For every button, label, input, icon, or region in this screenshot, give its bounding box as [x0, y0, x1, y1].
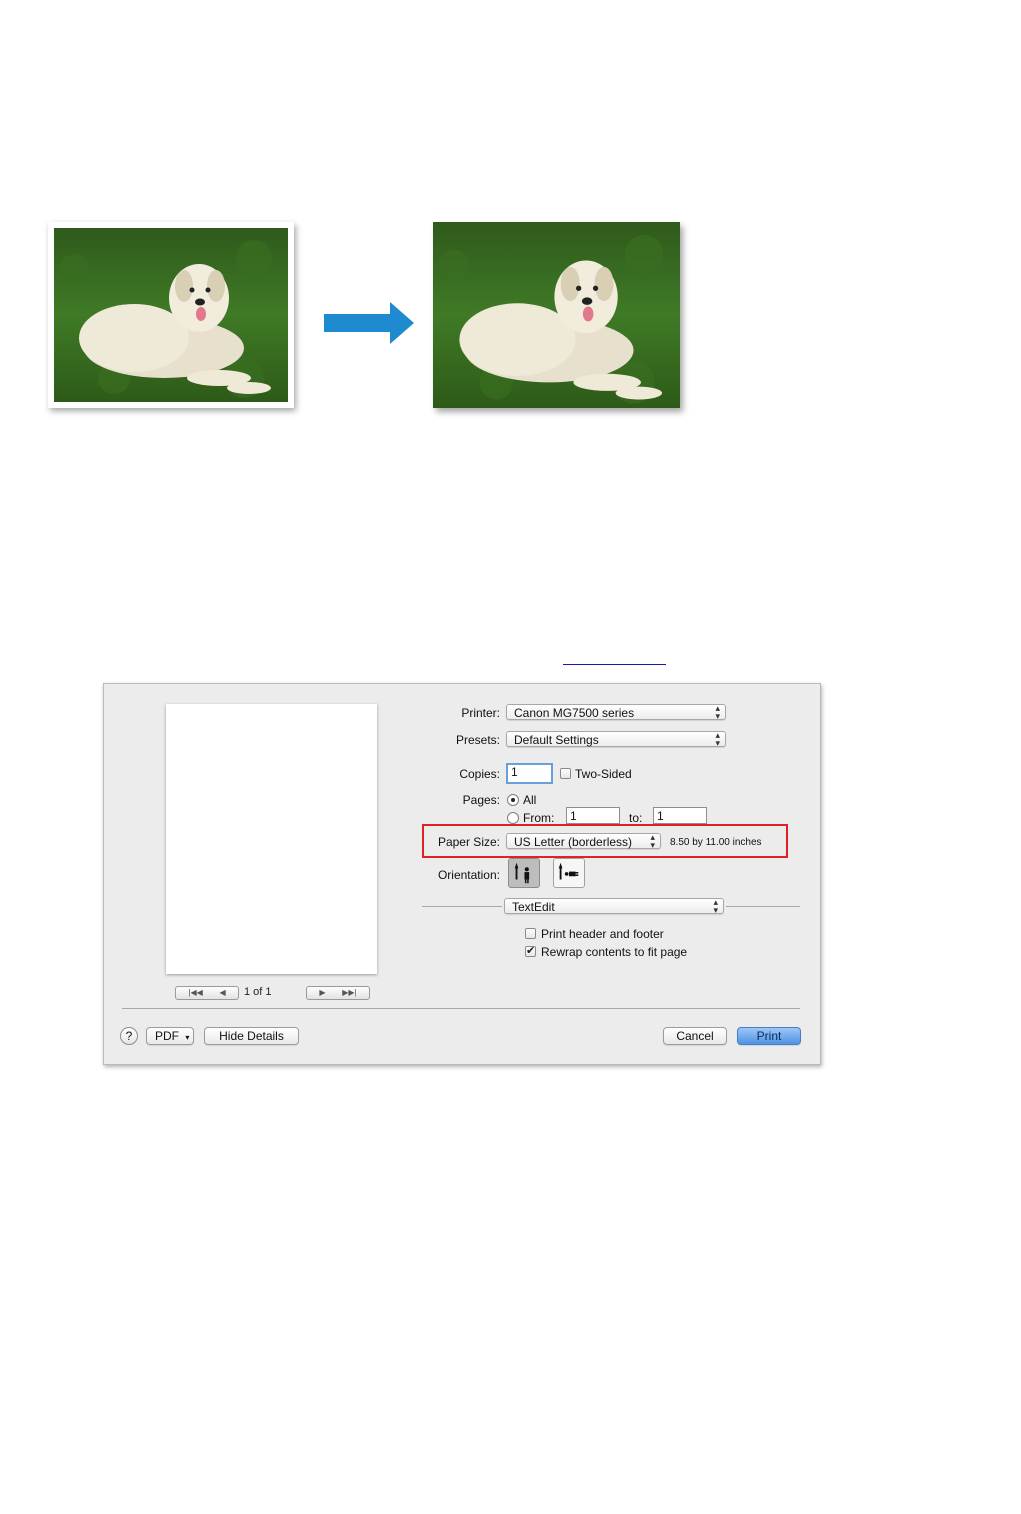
popup-chevron-icon: ▴ ▾ [713, 897, 718, 915]
app-section-value: TextEdit [512, 900, 555, 914]
landscape-orientation-icon[interactable] [553, 858, 585, 888]
first-page-icon[interactable]: |◀◀ [188, 987, 202, 999]
cancel-button[interactable]: Cancel [663, 1027, 727, 1045]
two-sided-label: Two-Sided [575, 767, 632, 781]
paper-size-value: US Letter (borderless) [514, 835, 633, 849]
rewrap-contents-label: Rewrap contents to fit page [541, 945, 688, 959]
portrait-orientation-icon[interactable] [508, 858, 540, 888]
previous-page-icon[interactable]: ◀ [219, 987, 225, 999]
checkmark-icon: ✔ [526, 945, 536, 957]
borderless-photo-example [433, 222, 680, 408]
bordered-photo-example [48, 222, 294, 408]
dog-photo-borderless [433, 222, 680, 408]
pager-back-buttons[interactable]: |◀◀ ◀ [175, 986, 239, 1000]
help-icon[interactable]: ? [120, 1027, 138, 1045]
printer-popup[interactable]: Canon MG7500 series ▴ ▾ [506, 703, 726, 721]
print-button[interactable]: Print [737, 1027, 801, 1045]
page-indicator: 1 of 1 [244, 986, 272, 998]
pages-all-label: All [523, 793, 537, 807]
pdf-button-label: PDF [155, 1029, 179, 1043]
pages-label: Pages: [462, 793, 500, 807]
bottom-divider [122, 1008, 800, 1009]
presets-value: Default Settings [514, 733, 599, 747]
presets-label: Presets: [455, 733, 500, 747]
presets-popup[interactable]: Default Settings ▴ ▾ [506, 730, 726, 748]
paper-size-dimensions: 8.50 by 11.00 inches [670, 837, 762, 848]
two-sided-checkbox[interactable] [560, 768, 571, 779]
dog-photo [54, 228, 288, 402]
last-page-icon[interactable]: ▶▶| [342, 987, 356, 999]
popup-chevron-icon: ▴ ▾ [650, 832, 655, 850]
print-preview-page [166, 704, 377, 974]
pages-to-field[interactable]: 1 [653, 807, 707, 824]
print-header-footer-label: Print header and footer [541, 927, 664, 941]
rewrap-contents-checkbox[interactable]: ✔ [525, 946, 536, 957]
pages-from-label: From: [523, 811, 555, 825]
popup-chevron-icon: ▴ ▾ [715, 703, 720, 721]
pages-from-radio[interactable] [507, 812, 519, 824]
pager-forward-buttons[interactable]: ▶ ▶▶| [306, 986, 370, 1000]
copies-label: Copies: [459, 767, 500, 781]
pages-all-radio[interactable] [507, 794, 519, 806]
section-divider-left [422, 906, 502, 907]
link-underline[interactable] [563, 664, 666, 665]
copies-field[interactable]: 1 [506, 763, 553, 784]
paper-size-label: Paper Size: [437, 835, 500, 849]
printer-value: Canon MG7500 series [514, 706, 635, 720]
printer-label: Printer: [461, 706, 500, 720]
popup-chevron-icon: ▴ ▾ [715, 730, 720, 748]
arrow-right-icon [324, 302, 414, 344]
pages-from-field[interactable]: 1 [566, 807, 620, 824]
app-section-popup[interactable]: TextEdit ▴ ▾ [504, 897, 724, 915]
chevron-down-icon: ▾ [185, 1033, 190, 1042]
next-page-icon[interactable]: ▶ [319, 987, 325, 999]
pdf-button[interactable]: PDF ▾ [146, 1027, 194, 1045]
print-dialog: |◀◀ ◀ 1 of 1 ▶ ▶▶| Printer: Canon MG7500… [103, 683, 821, 1065]
orientation-label: Orientation: [437, 868, 500, 882]
paper-size-popup[interactable]: US Letter (borderless) ▴ ▾ [506, 832, 661, 850]
section-divider-right [726, 906, 800, 907]
print-header-footer-checkbox[interactable] [525, 928, 536, 939]
hide-details-button[interactable]: Hide Details [204, 1027, 299, 1045]
pages-to-label: to: [629, 811, 643, 825]
